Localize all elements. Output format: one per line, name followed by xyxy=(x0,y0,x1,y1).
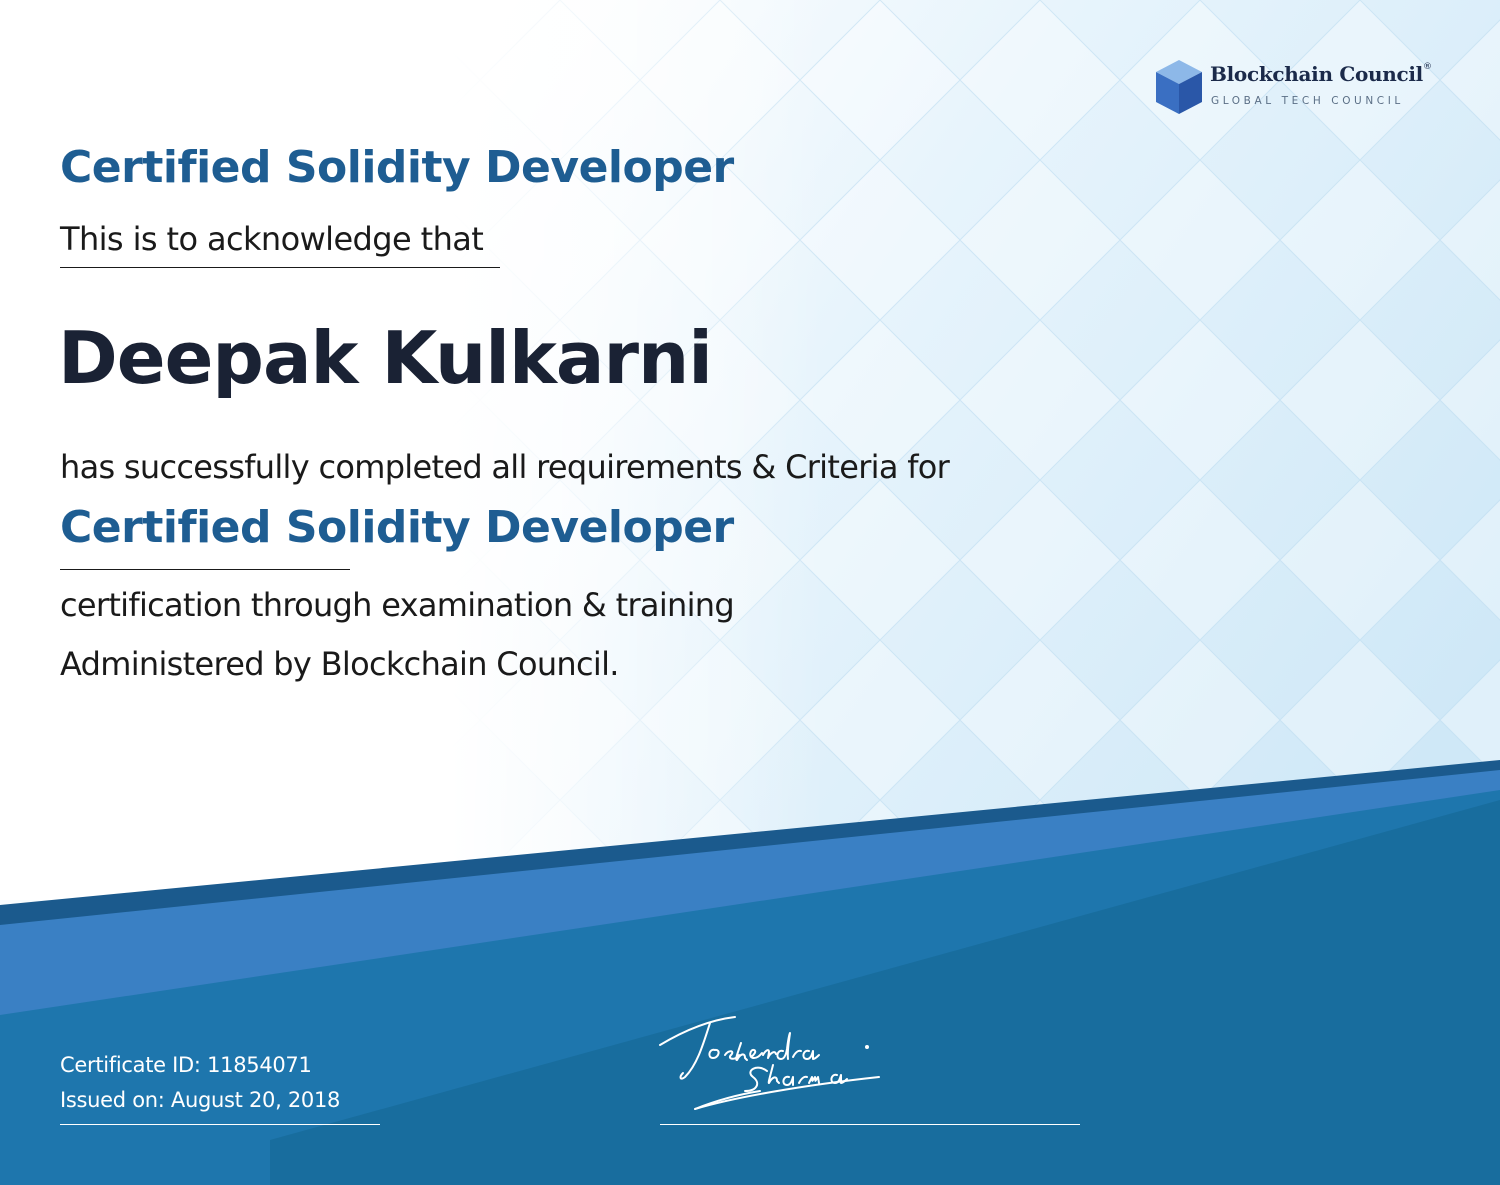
recipient-name: Deepak Kulkarni xyxy=(58,316,713,400)
blockchain-council-logo: Blockchain Council® GLOBAL TECH COUNCIL xyxy=(1154,58,1444,120)
footer-left-line xyxy=(60,1124,380,1125)
completed-text: has successfully completed all requireme… xyxy=(60,448,950,486)
signature-line xyxy=(660,1124,1080,1125)
certificate: Blockchain Council® GLOBAL TECH COUNCIL … xyxy=(0,0,1500,1185)
cube-logo-icon xyxy=(1156,60,1202,114)
acknowledge-text: This is to acknowledge that xyxy=(60,220,484,258)
certificate-id: Certificate ID: 11854071 xyxy=(60,1053,312,1077)
signature-image xyxy=(659,1016,880,1110)
administered-text: Administered by Blockchain Council. xyxy=(60,645,619,683)
certification-underline xyxy=(60,569,350,570)
logo-title: Blockchain Council® xyxy=(1210,62,1432,86)
logo-title-text: Blockchain Council xyxy=(1210,62,1423,86)
acknowledge-underline xyxy=(60,267,500,268)
through-text: certification through examination & trai… xyxy=(60,586,735,624)
issued-date: Issued on: August 20, 2018 xyxy=(60,1088,341,1112)
certificate-heading: Certified Solidity Developer xyxy=(60,142,734,193)
certification-name: Certified Solidity Developer xyxy=(60,502,734,553)
logo-subtitle: GLOBAL TECH COUNCIL xyxy=(1211,95,1404,107)
registered-mark: ® xyxy=(1422,62,1432,72)
